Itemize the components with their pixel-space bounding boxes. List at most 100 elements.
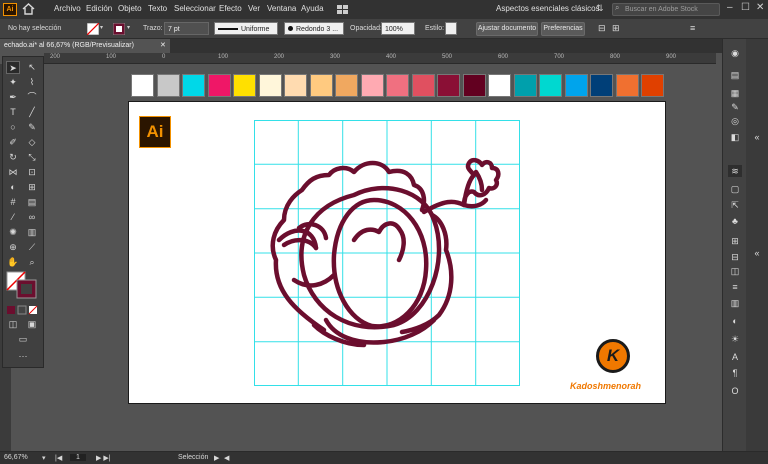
pathfinder-panel-icon[interactable]: ◫ [728,265,742,277]
width-tool-icon[interactable]: ⋈ [6,166,20,179]
sync-icon[interactable]: ⇅ [596,3,604,14]
align-icon[interactable]: ⊟ [598,23,606,34]
lasso-tool-icon[interactable]: ⌇ [25,76,39,89]
stroke-weight-field[interactable]: 7 pt [164,22,209,35]
color-swatch[interactable] [258,74,282,97]
magic-wand-tool-icon[interactable]: ✦ [6,76,20,89]
asset-export-panel-icon[interactable]: ⇱ [728,199,742,211]
gradient-panel-icon[interactable]: ▥ [728,297,742,309]
expand-panels-icon[interactable]: « [750,131,764,143]
color-swatch[interactable] [411,74,435,97]
transform-icon[interactable]: ⊞ [612,23,620,34]
shaper-tool-icon[interactable]: ✐ [6,136,20,149]
pen-tool-icon[interactable]: ✒ [6,91,20,104]
menu-efecto[interactable]: Efecto [219,4,242,13]
arrange-documents-icon[interactable] [337,5,349,14]
eyedropper-tool-icon[interactable]: ⁄ [6,211,20,224]
status-scroll-icon[interactable]: ◀ [224,454,229,462]
align-panel-icon[interactable]: ⊟ [728,251,742,263]
color-swatch[interactable] [615,74,639,97]
symbol-sprayer-tool-icon[interactable]: ✺ [6,226,20,239]
menu-seleccionar[interactable]: Seleccionar [174,4,216,13]
next-artboard-icon[interactable]: ▶ ▶| [96,454,111,462]
color-swatch[interactable] [564,74,588,97]
color-guide-panel-icon[interactable]: ☀ [728,333,742,345]
stroke-profile-select[interactable]: Uniforme [214,22,278,35]
color-swatch[interactable] [156,74,180,97]
line-tool-icon[interactable]: ╱ [25,106,39,119]
stock-search-input[interactable]: Buscar en Adobe Stock [612,3,720,16]
cabbage-illustration[interactable] [254,120,520,386]
adjust-document-button[interactable]: Ajustar documento [476,22,538,36]
character-panel-icon[interactable]: A [728,351,742,363]
zoom-level[interactable]: 66,67% [4,454,28,461]
more-tools-icon[interactable]: ··· [16,350,30,363]
menu-ayuda[interactable]: Ayuda [301,4,324,13]
close-tab-icon[interactable]: ✕ [160,39,166,53]
artboard-number[interactable]: 1 [70,454,86,461]
minimize-icon[interactable]: – [727,2,733,13]
workspace-switcher[interactable]: Aspectos esenciales clásicos [496,4,600,13]
fill-stroke-widget[interactable] [6,271,40,299]
appearance-panel-icon[interactable]: ◎ [728,115,742,127]
color-swatch[interactable] [360,74,384,97]
selection-tool-icon[interactable]: ➤ [6,61,20,74]
home-icon[interactable] [22,3,35,15]
color-swatch[interactable] [182,74,205,97]
color-mode-buttons[interactable] [6,305,40,315]
opentype-panel-icon[interactable]: O [728,385,742,397]
brushes-panel-icon[interactable]: ✎ [728,101,742,113]
menu-texto[interactable]: Texto [148,4,167,13]
curvature-tool-icon[interactable]: ⌒ [25,91,39,104]
libraries-panel-icon[interactable]: ▤ [728,69,742,81]
column-graph-tool-icon[interactable]: ▥ [25,226,39,239]
document-tab[interactable]: echado.ai* al 66,67% (RGB/Previsualizar)… [0,39,170,53]
color-swatch[interactable] [641,74,664,97]
menu-ventana[interactable]: Ventana [267,4,296,13]
scale-tool-icon[interactable]: ⤡ [25,151,39,164]
fill-dropdown-icon[interactable]: ▾ [100,24,103,31]
opacity-field[interactable]: 100% [381,22,415,35]
color-swatch[interactable] [539,74,562,97]
shape-builder-tool-icon[interactable]: ◐ [6,181,20,194]
ellipse-tool-icon[interactable]: ○ [6,121,20,134]
color-swatch[interactable] [233,74,256,97]
draw-mode-icon[interactable]: ◫ [6,318,20,331]
menu-archivo[interactable]: Archivo [54,4,81,13]
first-artboard-icon[interactable]: |◀ [55,454,62,462]
maximize-icon[interactable]: ☐ [741,2,750,13]
expand-panels-icon-2[interactable]: « [750,247,764,259]
panel-menu-icon[interactable]: ≡ [690,23,695,33]
perspective-grid-tool-icon[interactable]: ⊞ [25,181,39,194]
gradient-tool-icon[interactable]: ▤ [25,196,39,209]
menu-ver[interactable]: Ver [248,4,260,13]
style-swatch[interactable] [445,22,457,35]
rotate-tool-icon[interactable]: ↻ [6,151,20,164]
color-swatch[interactable] [590,74,613,97]
color-swatch[interactable] [513,74,537,97]
color-swatch[interactable] [437,74,460,97]
color-swatch[interactable] [386,74,409,97]
free-transform-tool-icon[interactable]: ⊡ [25,166,39,179]
status-menu-icon[interactable]: ▶ [214,454,219,462]
properties-panel-icon[interactable]: ◉ [728,47,742,59]
color-swatch[interactable] [284,74,307,97]
menu-edicion[interactable]: Edición [86,4,112,13]
type-tool-icon[interactable]: T [6,106,20,119]
stroke-panel-icon[interactable]: ≡ [728,281,742,293]
color-swatch[interactable] [335,74,358,97]
zoom-dropdown-icon[interactable]: ▾ [42,454,46,462]
artboards-panel-icon[interactable]: ▢ [728,183,742,195]
color-swatch[interactable] [131,74,154,97]
slice-tool-icon[interactable]: ⟋ [25,241,39,254]
stroke-swatch[interactable] [113,23,125,35]
color-swatch[interactable] [207,74,231,97]
symbols-panel-icon[interactable]: ♣ [728,215,742,227]
paintbrush-tool-icon[interactable]: ✎ [25,121,39,134]
eraser-tool-icon[interactable]: ◇ [25,136,39,149]
menu-objeto[interactable]: Objeto [118,4,142,13]
stroke-dropdown-icon[interactable]: ▾ [127,24,130,31]
swatches-panel-icon[interactable]: ▦ [728,87,742,99]
color-swatch[interactable] [462,74,486,97]
direct-selection-tool-icon[interactable]: ↖ [25,61,39,74]
